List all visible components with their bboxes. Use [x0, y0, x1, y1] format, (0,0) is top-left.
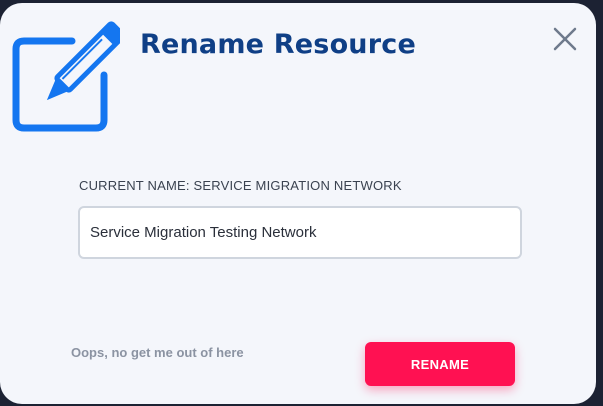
dialog-title: Rename Resource — [140, 29, 416, 60]
close-icon[interactable] — [549, 23, 581, 55]
rename-button[interactable]: RENAME — [365, 342, 515, 386]
cancel-link[interactable]: Oops, no get me out of here — [71, 345, 244, 360]
edit-pencil-icon — [12, 21, 120, 132]
new-name-input[interactable] — [78, 206, 522, 259]
current-name-label: CURRENT NAME: SERVICE MIGRATION NETWORK — [79, 178, 402, 193]
rename-resource-dialog: Rename Resource CURRENT NAME: SERVICE MI… — [0, 3, 596, 404]
